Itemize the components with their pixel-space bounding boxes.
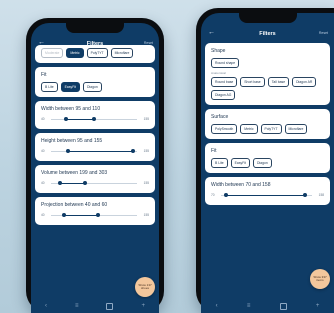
chip-easyfit[interactable]: EasyFit <box>230 158 250 168</box>
bottom-nav: ‹ ≡ + <box>201 299 334 313</box>
add-icon[interactable]: + <box>141 303 145 309</box>
chip-b-lite[interactable]: B Lite <box>211 158 228 168</box>
chip-diagon-ar[interactable]: Diagon AR <box>292 77 317 87</box>
slider-max: 155 <box>143 117 149 121</box>
menu-icon[interactable]: ≡ <box>247 303 251 309</box>
height-title: Height between 95 and 155 <box>41 138 103 144</box>
slider-min: 40 <box>41 117 45 121</box>
projection-slider[interactable]: 40 155 <box>41 212 149 220</box>
back-nav-icon[interactable]: ‹ <box>216 303 218 309</box>
width-card: Width between 70 and 158 70 158 <box>205 177 330 205</box>
shape-title: Shape <box>211 48 226 54</box>
slider-min: 70 <box>211 193 215 197</box>
back-nav-icon[interactable]: ‹ <box>45 303 47 309</box>
slider-max: 155 <box>143 149 149 153</box>
app-bar: ← Filters Reset <box>201 25 334 43</box>
projection-card: Projection between 40 and 60 40 155 <box>35 197 155 225</box>
width-card: Width between 95 and 110 40 155 <box>35 101 155 129</box>
phone-right: ← Filters Reset Shape Round shape Anatom… <box>196 8 334 313</box>
chip-easyfit[interactable]: EasyFit <box>60 82 80 92</box>
slider-min: 40 <box>41 181 45 185</box>
chip-microflare[interactable]: Microflare <box>110 48 134 58</box>
volume-card: Volume between 199 and 303 40 155 <box>35 165 155 193</box>
menu-icon[interactable]: ≡ <box>75 303 79 309</box>
fit-title: Fit <box>211 148 217 154</box>
surface-title: Surface <box>211 114 229 120</box>
shape-card: Moderate Metric PolyTYT Microflare <box>35 45 155 63</box>
width-title: Width between 70 and 158 <box>211 182 271 188</box>
home-icon[interactable] <box>279 302 287 310</box>
home-icon[interactable] <box>106 302 114 310</box>
height-card: Height between 95 and 155 40 155 <box>35 133 155 161</box>
chip-moderate[interactable]: Moderate <box>41 48 64 58</box>
chip-microflare[interactable]: Microflare <box>284 124 308 134</box>
chip-b-lite[interactable]: B Lite <box>41 82 58 92</box>
chip-metric[interactable]: Metric <box>240 124 258 134</box>
chip-polytyt[interactable]: PolyTYT <box>86 48 108 58</box>
bottom-nav: ‹ ≡ + <box>31 299 159 313</box>
slider-min: 40 <box>41 213 45 217</box>
chip-metric[interactable]: Metric <box>66 48 84 58</box>
volume-title: Volume between 199 and 303 <box>41 170 108 176</box>
projection-title: Projection between 40 and 60 <box>41 202 108 208</box>
screen-left: ← Filters Reset Moderate Metric PolyTYT … <box>31 23 159 313</box>
show-results-button[interactable]: Show 337 items <box>310 269 330 289</box>
page-title: Filters <box>259 31 276 37</box>
slider-max: 155 <box>143 213 149 217</box>
back-arrow-icon[interactable]: ← <box>208 29 215 36</box>
chip-diagon-ag[interactable]: Diagon AG <box>211 90 236 100</box>
volume-slider[interactable]: 40 155 <box>41 180 149 188</box>
notch <box>66 23 124 33</box>
chip-short-base[interactable]: Short base <box>240 77 265 87</box>
chip-polysmooth[interactable]: PolySmooth <box>211 124 238 134</box>
surface-card: Surface PolySmooth Metric PolyTYT Microf… <box>205 109 330 139</box>
show-results-button[interactable]: Show 137 shoes <box>135 277 155 297</box>
chip-round-base[interactable]: Round base <box>211 77 238 87</box>
width-slider[interactable]: 40 155 <box>41 116 149 124</box>
fit-card: Fit B Lite EasyFit Diagon <box>35 67 155 97</box>
chip-tall-base[interactable]: Tall base <box>267 77 290 87</box>
height-slider[interactable]: 40 155 <box>41 148 149 156</box>
reset-button[interactable]: Reset <box>319 31 328 35</box>
chip-diagon[interactable]: Diagon <box>252 158 272 168</box>
phone-left: ← Filters Reset Moderate Metric PolyTYT … <box>26 18 164 313</box>
shape-card: Shape Round shape Anatomical Round base … <box>205 43 330 105</box>
slider-max: 155 <box>143 181 149 185</box>
notch <box>238 13 297 23</box>
anatomical-label: Anatomical <box>211 71 226 75</box>
chip-polytyt[interactable]: PolyTYT <box>260 124 282 134</box>
fit-card: Fit B Lite EasyFit Diagon <box>205 143 330 173</box>
slider-min: 40 <box>41 149 45 153</box>
chip-diagon[interactable]: Diagon <box>82 82 102 92</box>
screen-right: ← Filters Reset Shape Round shape Anatom… <box>201 13 334 313</box>
fit-title: Fit <box>41 72 47 78</box>
chip-round-shape[interactable]: Round shape <box>211 58 240 68</box>
width-slider[interactable]: 70 158 <box>211 192 324 200</box>
add-icon[interactable]: + <box>316 303 320 309</box>
slider-max: 158 <box>318 193 324 197</box>
width-title: Width between 95 and 110 <box>41 106 101 112</box>
